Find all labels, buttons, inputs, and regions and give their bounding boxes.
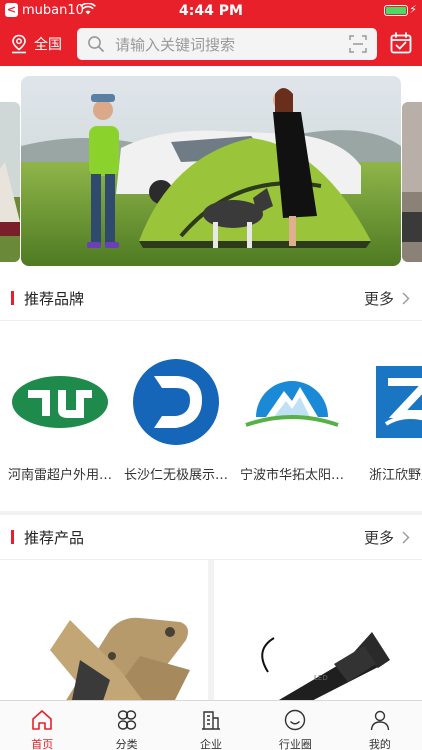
brand-logo [2, 357, 118, 447]
user-icon [370, 710, 390, 731]
brand-logo [350, 357, 422, 447]
banner-next-slide[interactable] [402, 102, 422, 262]
calendar-check-icon[interactable] [390, 32, 412, 54]
brand-logo [118, 357, 234, 447]
building-icon [202, 711, 221, 730]
recommended-products-section: 推荐产品 更多 LED [0, 515, 422, 710]
tab-home[interactable]: 首页 [0, 701, 84, 750]
recommended-products-title: 推荐产品 [24, 529, 85, 547]
header: 全国 请输入关键词搜索 [0, 22, 422, 66]
tab-label: 企业 [200, 738, 223, 750]
banner-carousel[interactable] [0, 66, 422, 276]
top-bar: < muban10 4:44 PM ⚡ 全国 请输入关键词搜索 [0, 0, 422, 66]
banner-image[interactable] [21, 76, 401, 266]
tab-enterprise[interactable]: 企业 [169, 701, 253, 750]
recommended-brands-title: 推荐品牌 [24, 290, 85, 308]
chevron-right-icon [402, 292, 410, 305]
search-input[interactable]: 请输入关键词搜索 [77, 28, 377, 60]
recommended-brands-header: 推荐品牌 更多 [0, 276, 422, 321]
product-card[interactable]: LED [214, 560, 422, 710]
recommended-brands-section: 推荐品牌 更多 河南雷超户外用… 长沙仁无极展示… 宁波市华拓太阳… 浙江欣野 [0, 276, 422, 511]
more-label: 更多 [363, 529, 394, 547]
tab-category[interactable]: 分类 [84, 701, 168, 750]
section-accent-bar [11, 291, 14, 305]
product-list: LED [0, 560, 422, 710]
recommended-products-more-link[interactable]: 更多 [364, 527, 410, 548]
brand-item[interactable]: 宁波市华拓太阳… [234, 321, 350, 511]
recommended-brands-more-link[interactable]: 更多 [364, 288, 410, 309]
banner-prev-slide[interactable] [0, 102, 20, 262]
bottom-tab-bar: 首页 分类 企业 行业圈 我的 [0, 700, 422, 750]
brand-item[interactable]: 长沙仁无极展示… [118, 321, 234, 511]
tab-label: 首页 [31, 738, 54, 750]
charging-icon: ⚡ [409, 3, 417, 16]
smile-icon [285, 709, 306, 731]
tab-label: 分类 [115, 738, 138, 750]
chevron-right-icon [402, 531, 410, 544]
status-bar: < muban10 4:44 PM ⚡ [0, 0, 422, 22]
tab-label: 我的 [368, 738, 391, 750]
status-time: 4:44 PM [179, 3, 243, 19]
search-icon [88, 36, 104, 52]
scan-icon[interactable] [349, 35, 367, 53]
tab-mine[interactable]: 我的 [338, 701, 422, 750]
product-image-knife [50, 617, 190, 710]
brand-name: 长沙仁无极展示… [123, 468, 228, 483]
location-label: 全国 [34, 37, 62, 53]
brand-item[interactable]: 河南雷超户外用… [2, 321, 118, 511]
brand-logo [234, 357, 350, 447]
brand-list: 河南雷超户外用… 长沙仁无极展示… 宁波市华拓太阳… 浙江欣野 [0, 321, 422, 511]
category-icon [117, 710, 136, 730]
recommended-products-header: 推荐产品 更多 [0, 515, 422, 560]
product-image-flashlight: LED [261, 632, 390, 710]
brand-name: 宁波市华拓太阳… [239, 468, 344, 483]
product-card[interactable] [0, 560, 208, 710]
app-screen: < muban10 4:44 PM ⚡ 全国 请输入关键词搜索 推荐品牌 更多 … [0, 0, 422, 750]
brand-name: 浙江欣野户外 [368, 468, 422, 483]
search-placeholder: 请输入关键词搜索 [115, 35, 236, 54]
home-icon [32, 710, 53, 730]
tab-label: 行业圈 [278, 738, 312, 750]
section-accent-bar [11, 530, 14, 544]
brand-name: 河南雷超户外用… [7, 468, 112, 483]
brand-item[interactable]: 浙江欣野户外 [350, 321, 422, 511]
more-label: 更多 [363, 290, 394, 308]
battery-icon [384, 5, 408, 16]
location-selector[interactable]: 全国 [10, 32, 62, 56]
location-pin-icon [12, 34, 26, 54]
tab-industry-circle[interactable]: 行业圈 [253, 701, 337, 750]
svg-text:LED: LED [314, 674, 328, 682]
